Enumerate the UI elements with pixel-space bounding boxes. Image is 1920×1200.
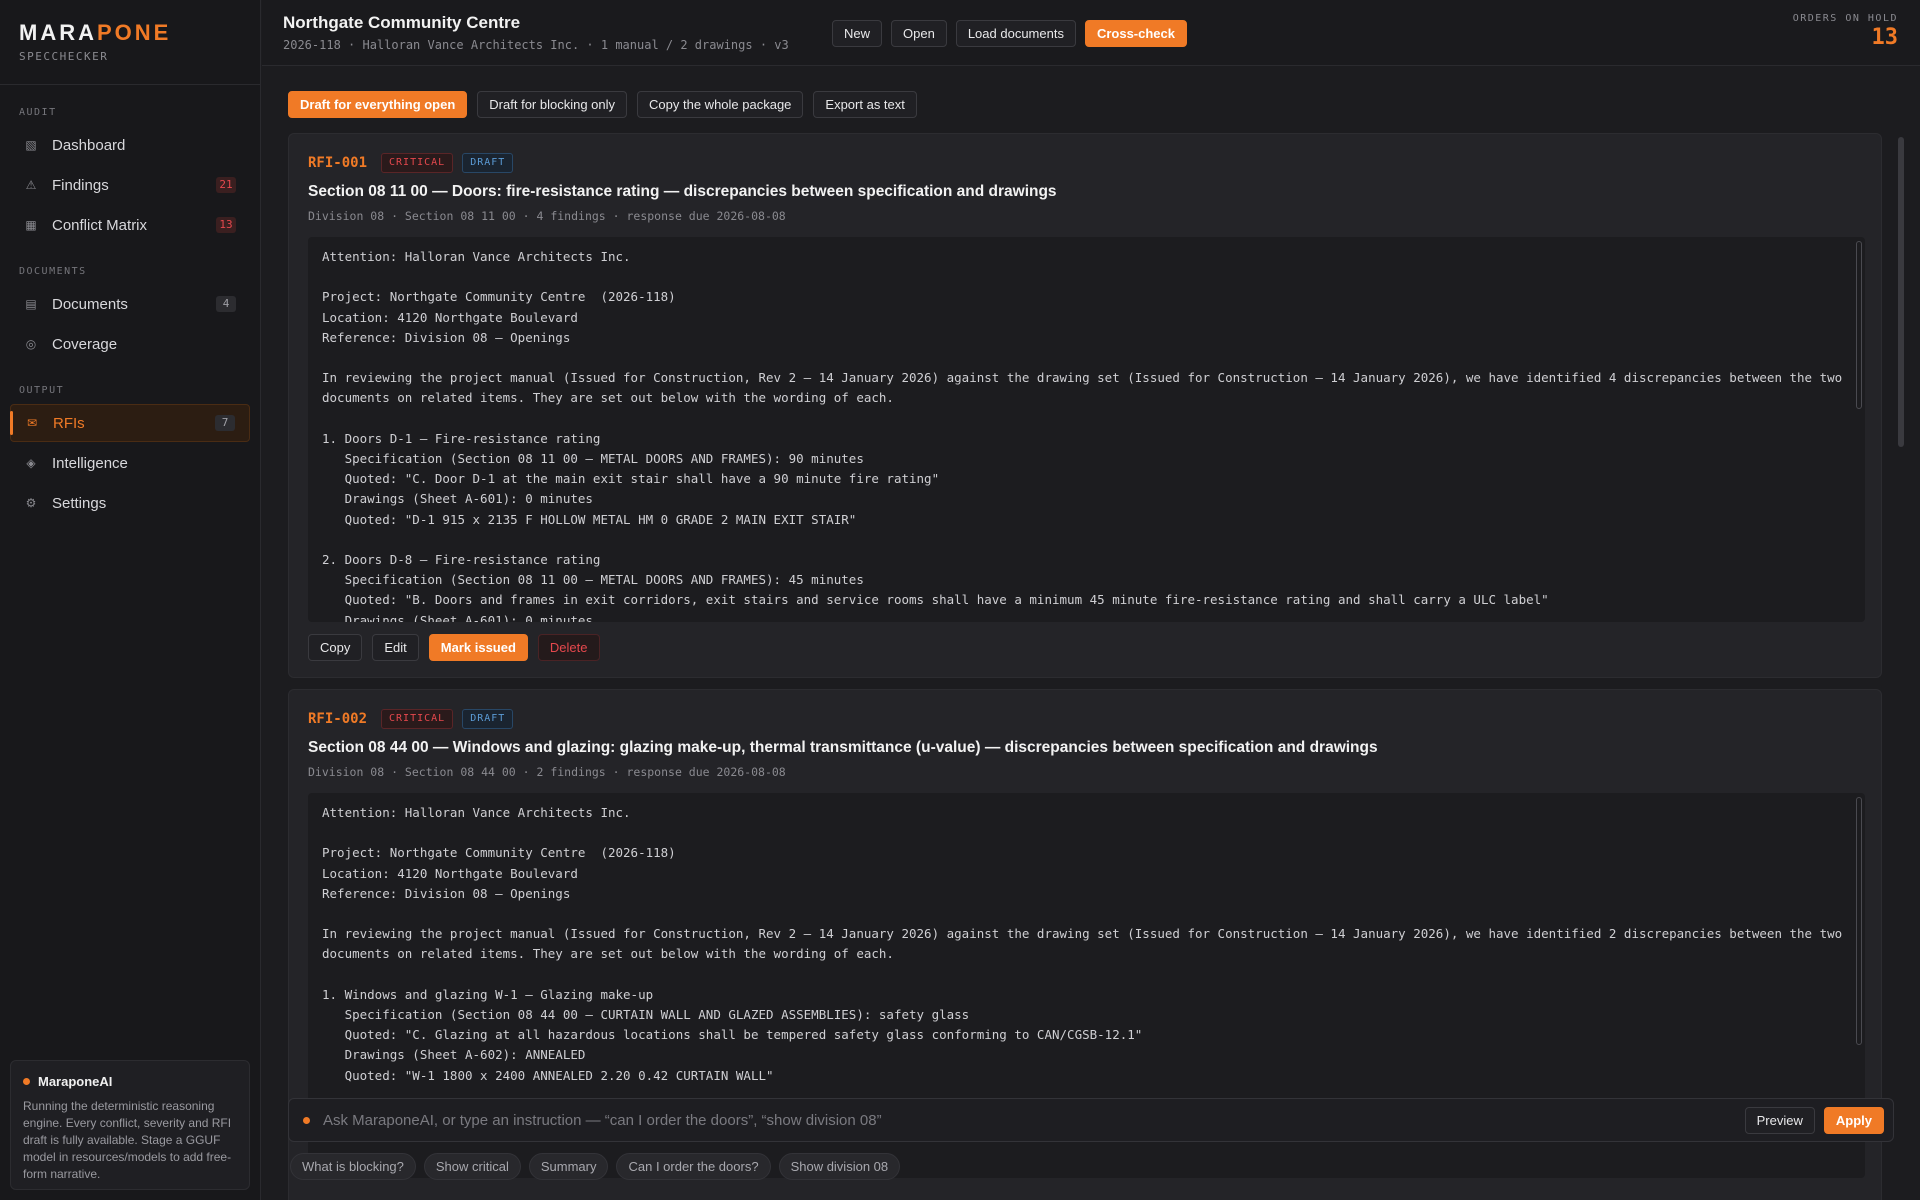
sidebar-item-label: Documents <box>52 295 128 313</box>
top-toolbar: New Open Load documents Cross-check <box>832 20 1187 47</box>
project-title: Northgate Community Centre <box>283 13 521 32</box>
draft-blocking-button[interactable]: Draft for blocking only <box>477 91 628 118</box>
orders-value: 13 <box>1871 25 1899 50</box>
command-input[interactable] <box>323 1105 1693 1135</box>
ai-dot-icon <box>303 1117 310 1124</box>
document-icon: ▤ <box>25 297 37 311</box>
apply-button[interactable]: Apply <box>1823 1107 1884 1134</box>
rfi-subtitle: Division 08 · Section 08 44 00 · 2 findi… <box>308 765 786 779</box>
count-badge: 4 <box>216 296 236 312</box>
command-bar: Preview Apply <box>288 1098 1894 1142</box>
rfi-card: RFI-001 CRITICAL DRAFT Section 08 11 00 … <box>288 133 1882 678</box>
rfi-card-header: RFI-001 CRITICAL DRAFT <box>308 153 514 173</box>
sidebar-item-rfis[interactable]: ✉ RFIs 7 <box>10 404 250 442</box>
letter-scrollbar[interactable] <box>1856 797 1862 1045</box>
diamond-icon: ◈ <box>26 456 36 470</box>
ai-status-text: Running the deterministic reasoning engi… <box>23 1099 232 1181</box>
main-scrollbar[interactable] <box>1898 137 1904 447</box>
sidebar-item-label: Conflict Matrix <box>52 216 148 234</box>
nav-documents: DOCUMENTS ▤ Documents 4 ◎ Coverage <box>0 266 260 363</box>
mark-issued-button[interactable]: Mark issued <box>428 634 528 661</box>
nav-heading-output: OUTPUT <box>19 385 65 396</box>
sidebar: MARAPONE SPECCHECKER AUDIT ▧ Dashboard ⚠… <box>0 0 261 1200</box>
chip-show-critical[interactable]: Show critical <box>423 1153 521 1180</box>
delete-button[interactable]: Delete <box>537 634 600 661</box>
sidebar-item-settings[interactable]: ⚙ Settings <box>10 484 250 522</box>
mail-icon: ✉ <box>26 416 38 430</box>
draft-all-button[interactable]: Draft for everything open <box>288 91 468 118</box>
brand-logo[interactable]: MARAPONE <box>19 20 241 46</box>
open-button[interactable]: Open <box>891 20 947 47</box>
severity-badge: CRITICAL <box>381 709 454 729</box>
rfi-letter-text: Attention: Halloran Vance Architects Inc… <box>322 249 1843 622</box>
sidebar-item-dashboard[interactable]: ▧ Dashboard <box>10 126 250 164</box>
rfi-title: Section 08 44 00 — Windows and glazing: … <box>308 739 1378 756</box>
orders-on-hold: ORDERS ON HOLD 13 <box>1793 13 1898 50</box>
sidebar-item-label: Settings <box>52 494 107 512</box>
nav-audit: AUDIT ▧ Dashboard ⚠ Findings 21 ▦ Confli… <box>0 107 260 244</box>
chip-what-is-blocking[interactable]: What is blocking? <box>290 1153 416 1180</box>
ai-status-title: MaraponeAI <box>23 1074 237 1089</box>
orders-label: ORDERS ON HOLD <box>1792 13 1898 24</box>
status-badge: DRAFT <box>462 709 514 729</box>
count-badge: 7 <box>215 415 235 431</box>
brand: MARAPONE SPECCHECKER <box>0 0 260 85</box>
new-button[interactable]: New <box>832 20 883 47</box>
sidebar-item-documents[interactable]: ▤ Documents 4 <box>10 285 250 323</box>
edit-button[interactable]: Edit <box>372 634 419 661</box>
sidebar-item-intelligence[interactable]: ◈ Intelligence <box>10 444 250 482</box>
sidebar-item-label: Intelligence <box>52 454 128 472</box>
ai-status-panel: MaraponeAI Running the deterministic rea… <box>10 1060 250 1190</box>
sidebar-item-conflict-matrix[interactable]: ▦ Conflict Matrix 13 <box>10 206 250 244</box>
grid-icon: ▦ <box>25 218 37 232</box>
severity-badge: CRITICAL <box>381 153 454 173</box>
status-badge: DRAFT <box>462 153 514 173</box>
rfi-letter-body[interactable]: Attention: Halloran Vance Architects Inc… <box>308 237 1865 622</box>
sidebar-item-label: Findings <box>52 176 109 194</box>
status-dot-icon <box>23 1078 30 1085</box>
ai-title-text: MaraponeAI <box>38 1074 113 1089</box>
sidebar-item-label: Dashboard <box>52 136 126 154</box>
chip-summary[interactable]: Summary <box>528 1153 609 1180</box>
dashboard-icon: ▧ <box>25 138 37 152</box>
rfi-subtitle: Division 08 · Section 08 11 00 · 4 findi… <box>308 209 786 223</box>
chip-show-division-08[interactable]: Show division 08 <box>778 1153 901 1180</box>
copy-package-button[interactable]: Copy the whole package <box>637 91 804 118</box>
gear-icon: ⚙ <box>25 496 37 510</box>
sidebar-item-label: RFIs <box>53 414 85 432</box>
brand-name-a: MARA <box>19 20 97 45</box>
warning-icon: ⚠ <box>25 178 37 192</box>
cross-check-button[interactable]: Cross-check <box>1084 20 1187 47</box>
sidebar-item-findings[interactable]: ⚠ Findings 21 <box>10 166 250 204</box>
project-meta: 2026-118 · Halloran Vance Architects Inc… <box>283 38 789 52</box>
rfi-id: RFI-001 <box>308 155 368 171</box>
load-documents-button[interactable]: Load documents <box>955 20 1076 47</box>
suggestion-chips: What is blocking? Show critical Summary … <box>290 1153 901 1180</box>
export-text-button[interactable]: Export as text <box>813 91 917 118</box>
brand-name-b: PONE <box>97 20 172 45</box>
rfi-actions-toolbar: Draft for everything open Draft for bloc… <box>288 91 917 118</box>
brand-subtitle: SPECCHECKER <box>19 50 109 63</box>
copy-button[interactable]: Copy <box>308 634 363 661</box>
sidebar-item-coverage[interactable]: ◎ Coverage <box>10 325 250 363</box>
chip-order-doors[interactable]: Can I order the doors? <box>616 1153 771 1180</box>
count-badge: 21 <box>216 177 236 193</box>
rfi-title: Section 08 11 00 — Doors: fire-resistanc… <box>308 183 1057 200</box>
command-buttons: Preview Apply <box>1744 1107 1884 1134</box>
topbar: Northgate Community Centre 2026-118 · Ha… <box>262 0 1920 66</box>
main-content: Draft for everything open Draft for bloc… <box>262 67 1908 1200</box>
rfi-card-header: RFI-002 CRITICAL DRAFT <box>308 709 514 729</box>
rfi-card-actions: Copy Edit Mark issued Delete <box>308 634 600 661</box>
rfi-id: RFI-002 <box>308 711 368 727</box>
letter-scrollbar[interactable] <box>1856 241 1862 409</box>
rfi-letter-text: Attention: Halloran Vance Architects Inc… <box>322 805 1843 1083</box>
sidebar-item-label: Coverage <box>52 335 118 353</box>
nav-output: OUTPUT ✉ RFIs 7 ◈ Intelligence ⚙ Setting… <box>0 385 260 522</box>
target-icon: ◎ <box>25 337 37 351</box>
nav-heading-documents: DOCUMENTS <box>19 266 87 277</box>
preview-button[interactable]: Preview <box>1744 1107 1815 1134</box>
nav-heading-audit: AUDIT <box>19 107 57 118</box>
count-badge: 13 <box>216 217 236 233</box>
